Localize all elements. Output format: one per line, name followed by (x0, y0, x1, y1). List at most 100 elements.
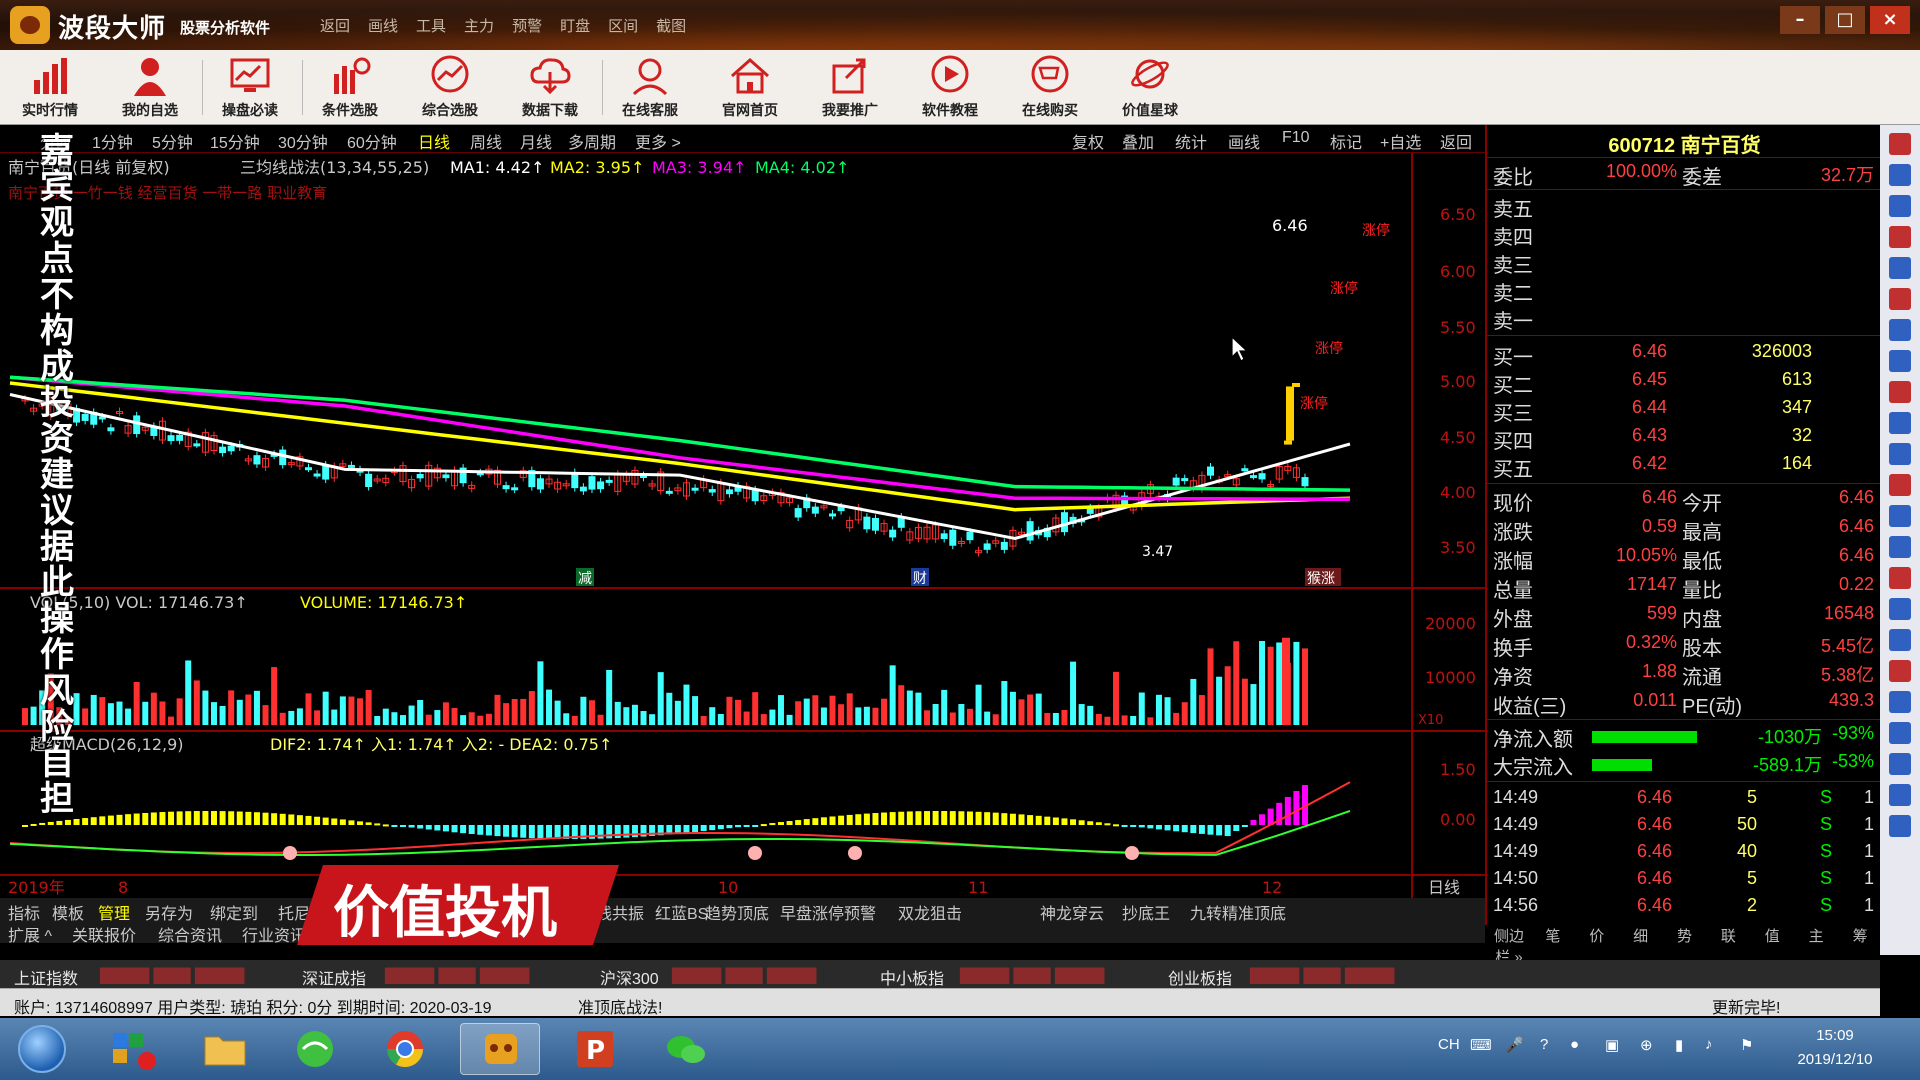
extension-tab[interactable]: 关联报价 (72, 922, 136, 946)
indicator-tab[interactable]: 趋势顶底 (705, 900, 769, 924)
btn-stats[interactable]: 统计 (1175, 129, 1207, 153)
period-60min[interactable]: 60分钟 (347, 129, 397, 153)
tab-main[interactable]: 主 (1794, 925, 1838, 947)
tab-trend[interactable]: 势 (1663, 925, 1707, 947)
maximize-button[interactable]: □ (1825, 6, 1865, 34)
side-icon-1[interactable] (1889, 133, 1911, 155)
btn-back[interactable]: 返回 (1440, 129, 1472, 153)
index-smb[interactable]: 中小板指 (880, 965, 944, 989)
period-more[interactable]: 更多 > (635, 129, 681, 153)
indicator-tab[interactable]: 神龙穿云 (1040, 900, 1104, 924)
index-sh[interactable]: 上证指数 (14, 965, 78, 989)
tray-mic-icon[interactable]: 🎤 (1505, 1036, 1524, 1054)
tray-flag-icon[interactable]: ⚑ (1740, 1036, 1753, 1054)
side-icon-22[interactable] (1889, 784, 1911, 806)
side-icon-15[interactable] (1889, 567, 1911, 589)
side-icon-17[interactable] (1889, 629, 1911, 651)
tray-help-icon[interactable]: ? (1540, 1036, 1548, 1053)
side-icon-5[interactable] (1889, 257, 1911, 279)
btn-add-watch[interactable]: +自选 (1380, 129, 1421, 153)
tray-signal-icon[interactable]: ▮ (1675, 1036, 1683, 1054)
side-icon-4[interactable] (1889, 226, 1911, 248)
side-icon-12[interactable] (1889, 474, 1911, 496)
taskbar-app-tiles[interactable] (95, 1023, 175, 1075)
kline-chart-svg[interactable]: 南宁百货(日线 前复权) 三均线战法(13,34,55,25) MA1: 4.4… (0, 153, 1485, 898)
indicator-tab[interactable]: 抄底王 (1122, 900, 1170, 924)
period-5min[interactable]: 5分钟 (152, 129, 193, 153)
period-multi[interactable]: 多周期 (568, 129, 616, 153)
btn-mark[interactable]: 标记 (1330, 129, 1362, 153)
btn-draw[interactable]: 画线 (1228, 129, 1260, 153)
clock[interactable]: 15:09 2019/12/10 (1780, 1024, 1890, 1072)
toolbar-comprehensive-screener[interactable]: 综合选股 (405, 52, 495, 122)
index-hs300[interactable]: 沪深300 (600, 965, 659, 989)
menu-item-draw[interactable]: 画线 (368, 15, 398, 36)
taskbar-browser-360[interactable] (275, 1023, 355, 1075)
side-icon-13[interactable] (1889, 505, 1911, 527)
tab-price[interactable]: 价 (1575, 925, 1619, 947)
tray-network-icon[interactable]: ▣ (1605, 1036, 1619, 1054)
menu-item-back[interactable]: 返回 (320, 15, 350, 36)
taskbar-bodamaster[interactable] (460, 1023, 540, 1075)
toolbar-condition-screener[interactable]: 条件选股 (305, 52, 395, 122)
tray-volume-icon[interactable]: ♪ (1705, 1036, 1713, 1053)
toolbar-realtime-quotes[interactable]: 实时行情 (5, 52, 95, 122)
extension-tab[interactable]: 行业资讯 (242, 922, 306, 946)
side-icon-10[interactable] (1889, 412, 1911, 434)
menu-item-watch[interactable]: 盯盘 (560, 15, 590, 36)
indicator-tab[interactable]: 双龙狙击 (898, 900, 962, 924)
toolbar-tutorial[interactable]: 软件教程 (905, 52, 995, 122)
toolbar-homepage[interactable]: 官网首页 (705, 52, 795, 122)
toolbar-online-purchase[interactable]: 在线购买 (1005, 52, 1095, 122)
tab-detail[interactable]: 细 (1619, 925, 1663, 947)
tray-app-icon[interactable]: ● (1570, 1036, 1579, 1053)
side-icon-6[interactable] (1889, 288, 1911, 310)
tab-link[interactable]: 联 (1706, 925, 1750, 947)
indicator-tab[interactable]: 另存为 (145, 900, 193, 924)
indicator-tab[interactable]: 指标 (8, 900, 40, 924)
period-15min[interactable]: 15分钟 (210, 129, 260, 153)
side-icon-11[interactable] (1889, 443, 1911, 465)
index-sz[interactable]: 深证成指 (302, 965, 366, 989)
indicator-tab[interactable]: 红蓝BS (655, 900, 708, 924)
tab-trades[interactable]: 笔 (1531, 925, 1575, 947)
indicator-tab[interactable]: 九转精准顶底 (1190, 900, 1286, 924)
menu-item-screenshot[interactable]: 截图 (656, 15, 686, 36)
taskbar-wechat[interactable] (645, 1023, 725, 1075)
taskbar-chrome[interactable] (365, 1023, 445, 1075)
side-icon-23[interactable] (1889, 815, 1911, 837)
minimize-button[interactable]: – (1780, 6, 1820, 34)
extension-tab[interactable]: 扩展 ^ (8, 922, 52, 946)
period-weekly[interactable]: 周线 (470, 129, 502, 153)
period-daily[interactable]: 日线 (418, 129, 450, 153)
side-icon-14[interactable] (1889, 536, 1911, 558)
btn-f10[interactable]: F10 (1282, 129, 1310, 147)
taskbar-powerpoint[interactable]: P (555, 1023, 635, 1075)
menu-item-alert[interactable]: 预警 (512, 15, 542, 36)
extension-tab[interactable]: 综合资讯 (158, 922, 222, 946)
side-icon-9[interactable] (1889, 381, 1911, 403)
side-icon-2[interactable] (1889, 164, 1911, 186)
index-gem[interactable]: 创业板指 (1168, 965, 1232, 989)
side-icon-21[interactable] (1889, 753, 1911, 775)
period-30min[interactable]: 30分钟 (278, 129, 328, 153)
tray-language[interactable]: CH (1438, 1036, 1460, 1053)
indicator-tab[interactable]: 模板 (52, 900, 84, 924)
tab-chips[interactable]: 筹 (1838, 925, 1882, 947)
taskbar-explorer[interactable] (185, 1023, 265, 1075)
btn-overlay[interactable]: 叠加 (1122, 129, 1154, 153)
toolbar-trading-guide[interactable]: 操盘必读 (205, 52, 295, 122)
side-icon-16[interactable] (1889, 598, 1911, 620)
period-monthly[interactable]: 月线 (520, 129, 552, 153)
toolbar-data-download[interactable]: 数据下载 (505, 52, 595, 122)
tab-value[interactable]: 值 (1750, 925, 1794, 947)
side-icon-8[interactable] (1889, 350, 1911, 372)
start-button[interactable] (18, 1025, 66, 1073)
indicator-tab[interactable]: 绑定到 (210, 900, 258, 924)
tray-360-icon[interactable]: ⊕ (1640, 1036, 1653, 1054)
close-button[interactable]: × (1870, 6, 1910, 34)
menu-item-main-force[interactable]: 主力 (464, 15, 494, 36)
tray-keyboard-icon[interactable]: ⌨ (1470, 1036, 1492, 1054)
indicator-tab[interactable]: 早盘涨停预警 (780, 900, 876, 924)
indicator-tab[interactable]: 管理 (98, 900, 130, 924)
